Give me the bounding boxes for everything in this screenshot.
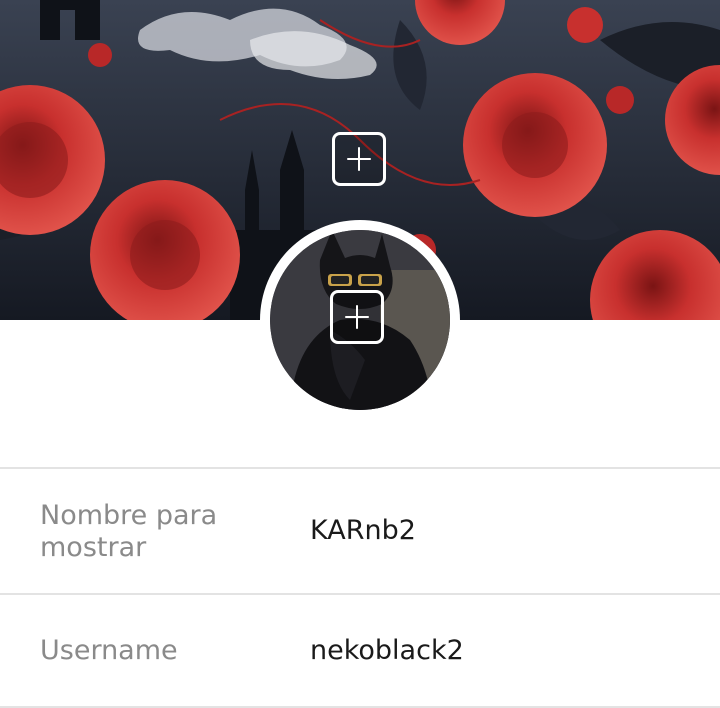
display-name-label: Nombre para mostrar (40, 500, 218, 563)
display-name-value[interactable]: KARnb2 (310, 515, 416, 547)
avatar-frame (260, 220, 460, 420)
display-name-row[interactable]: Nombre para mostrar KARnb2 (0, 469, 720, 593)
add-banner-button[interactable] (332, 132, 386, 186)
username-row[interactable]: Username nekoblack2 (0, 595, 720, 707)
username-label: Username (40, 635, 178, 666)
plus-icon (345, 305, 369, 329)
username-value[interactable]: nekoblack2 (310, 635, 464, 667)
plus-icon (347, 147, 371, 171)
edit-profile-screen: Nombre para mostrar KARnb2 Username neko… (0, 0, 720, 708)
add-avatar-button[interactable] (330, 290, 384, 344)
